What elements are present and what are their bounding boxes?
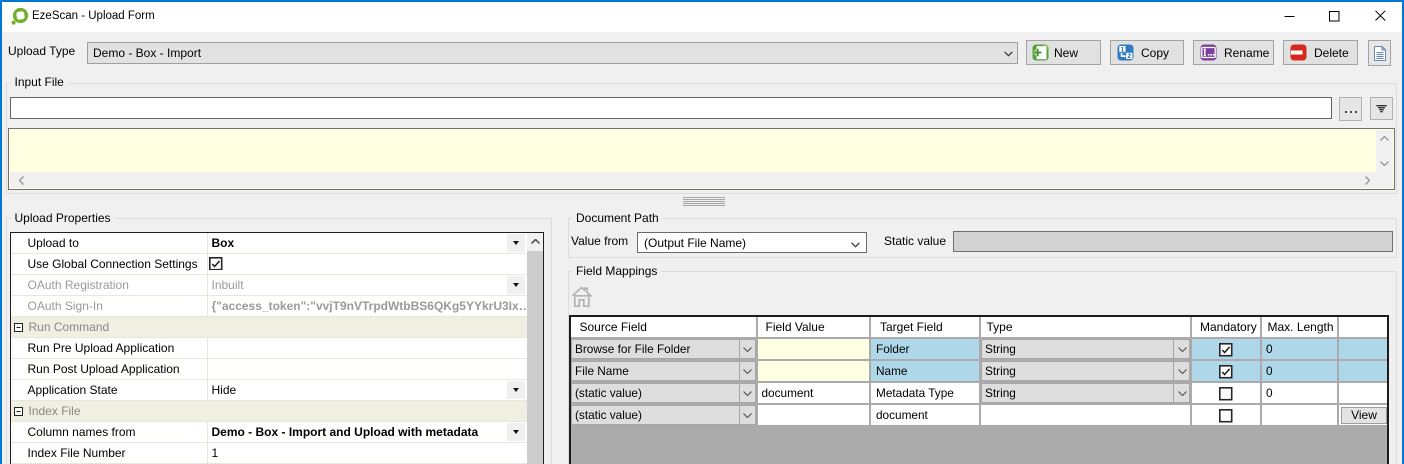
svg-text:1: 1 <box>1121 46 1125 53</box>
svg-text:2: 2 <box>1127 53 1131 60</box>
